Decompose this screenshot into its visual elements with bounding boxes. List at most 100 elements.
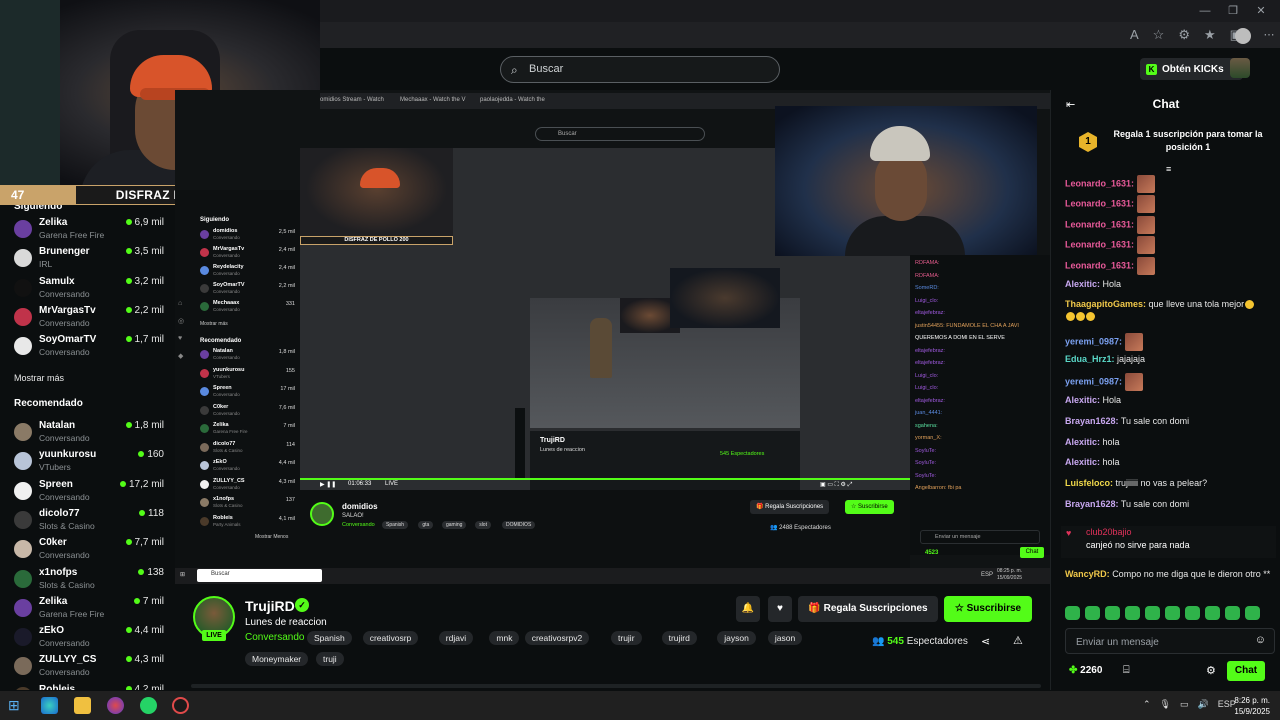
gift-subs-button[interactable]: 🎁 Regala Suscripciones [798, 596, 938, 622]
sidebar-channel-zeko[interactable]: zEkO Conversando 4,4 mil [12, 623, 164, 651]
streamer-name[interactable]: TrujiRD [245, 598, 295, 614]
sidebar-channel-zelika[interactable]: Zelika Garena Free Fire 6,9 mil [12, 215, 164, 243]
emote-icon[interactable] [1205, 606, 1220, 620]
emote-icon[interactable] [1145, 606, 1160, 620]
stream-category[interactable]: Conversando [245, 632, 304, 643]
chat-username[interactable]: yeremi_0987: [1065, 336, 1122, 346]
emote-icon[interactable] [1245, 606, 1260, 620]
sidebar-channel-mrvargastv[interactable]: MrVargasTv Conversando 2,2 mil [12, 303, 164, 331]
emote-icon[interactable] [1225, 606, 1240, 620]
show-more-link[interactable]: Mostrar más [14, 373, 64, 383]
microphone-icon[interactable]: 🎙 [1160, 699, 1171, 710]
chat-username[interactable]: Alexitic: [1065, 437, 1100, 447]
restore-icon[interactable]: ❐ [1226, 4, 1240, 18]
whatsapp-icon[interactable] [140, 697, 157, 714]
sidebar-channel-zullyy_cs[interactable]: ZULLYY_CS Conversando 4,3 mil [12, 652, 164, 680]
emoji-icon [1086, 312, 1095, 322]
sidebar-channel-soyomartv[interactable]: SoyOmarTV Conversando 1,7 mil [12, 332, 164, 360]
stream-tag[interactable]: truji [316, 652, 344, 666]
stream-video[interactable]: omidios Stream - Watch Mechaaax - Watch … [175, 90, 1050, 584]
extensions-icon[interactable]: ⚙ [1178, 27, 1190, 45]
share-icon[interactable]: ⋖ [981, 635, 990, 648]
edge-browser-icon[interactable] [41, 697, 58, 714]
sidebar-channel-spreen[interactable]: Spreen Conversando 17,2 mil [12, 477, 164, 505]
sidebar-channel-brunenger[interactable]: Brunenger IRL 3,5 mil [12, 244, 164, 272]
stream-tag[interactable]: trujir [611, 631, 642, 645]
channel-points[interactable]: ✤ 2260 [1069, 665, 1102, 676]
stream-tag[interactable]: Moneymaker [245, 652, 309, 666]
sidebar-channel-samulx[interactable]: Samulx Conversando 3,2 mil [12, 274, 164, 302]
chat-username[interactable]: Edua_Hrz1: [1065, 354, 1115, 364]
notifications-bell-icon[interactable]: 🔔 [736, 596, 760, 622]
chat-username[interactable]: WancyRD: [1065, 569, 1110, 579]
volume-icon[interactable]: 🔊 [1198, 699, 1209, 710]
get-kicks-button[interactable]: K Obtén KICKs [1140, 58, 1243, 80]
subscribe-button[interactable]: ☆ Suscribirse [944, 596, 1032, 622]
chat-username[interactable]: yeremi_0987: [1065, 376, 1122, 386]
read-aloud-icon[interactable]: A [1130, 27, 1139, 45]
follow-heart-icon[interactable]: ♥ [768, 596, 792, 622]
sidebar-channel-yuunkurosu[interactable]: yuunkurosu VTubers 160 [12, 447, 164, 475]
stream-tag[interactable]: jayson [717, 631, 756, 645]
chat-username[interactable]: Leonardo_1631: [1065, 178, 1134, 188]
stream-tag[interactable]: creativosrpv2 [524, 631, 590, 645]
chat-username[interactable]: Brayan1628: [1065, 416, 1119, 426]
favorite-star-icon[interactable]: ☆ [1153, 27, 1165, 45]
sidebar-channel-zelika[interactable]: Zelika Garena Free Fire 7 mil [12, 594, 164, 622]
stream-tag[interactable]: jason [767, 631, 803, 645]
sidebar-channel-x1nofps[interactable]: x1nofps Slots & Casino 138 [12, 565, 164, 593]
browser-app-icon[interactable] [107, 697, 124, 714]
drag-handle-icon[interactable]: ≡ [1166, 164, 1171, 174]
chat-username[interactable]: Leonardo_1631: [1065, 260, 1134, 270]
emote-icon[interactable] [1125, 606, 1140, 620]
gift-icon[interactable]: ⌸ [1123, 664, 1130, 677]
stream-tag[interactable]: trujird [661, 631, 697, 645]
stream-tag[interactable]: Spanish [307, 631, 352, 645]
chat-username[interactable]: Leonardo_1631: [1065, 239, 1134, 249]
nested-channel-name: zEkO [213, 459, 227, 465]
horizontal-scrollbar[interactable] [191, 684, 1041, 688]
obs-icon[interactable] [172, 697, 189, 714]
chat-username[interactable]: Luisfeloco: [1065, 478, 1113, 488]
chat-input-box[interactable]: ☺ [1065, 628, 1275, 654]
chat-username[interactable]: Alexitic: [1065, 395, 1100, 405]
search-box[interactable]: ⌕ Buscar [500, 56, 780, 83]
minimize-icon[interactable]: — [1198, 4, 1212, 18]
pinned-gift-goal[interactable]: 1 Regala 1 suscripción para tomar la pos… [1061, 124, 1276, 174]
stream-tag[interactable]: creativosrp [362, 631, 419, 645]
sidebar-channel-natalan[interactable]: Natalan Conversando 1,8 mil [12, 418, 164, 446]
browser-profile-avatar[interactable] [1235, 28, 1251, 44]
report-icon[interactable]: ⚠ [1013, 634, 1023, 647]
chat-settings-icon[interactable]: ⚙ [1206, 664, 1216, 677]
user-avatar[interactable] [1230, 58, 1250, 78]
chat-username[interactable]: Alexitic: [1065, 457, 1100, 467]
chat-username[interactable]: Brayan1628: [1065, 499, 1119, 509]
sidebar-channel-dicolo77[interactable]: dicolo77 Slots & Casino 118 [12, 506, 164, 534]
emote-icon[interactable] [1185, 606, 1200, 620]
emote-icon[interactable] [1105, 606, 1120, 620]
chevron-up-icon[interactable]: ⌃ [1143, 699, 1151, 710]
stream-tag[interactable]: rdjavi [438, 631, 474, 645]
chat-username[interactable]: Leonardo_1631: [1065, 219, 1134, 229]
chat-input[interactable] [1076, 634, 1236, 650]
emote-icon[interactable] [1165, 606, 1180, 620]
favorites-icon[interactable]: ★ [1204, 27, 1216, 45]
chat-username[interactable]: Alexitic: [1065, 279, 1100, 289]
windows-start-icon[interactable]: ⊞ [8, 697, 25, 714]
chat-username[interactable]: Leonardo_1631: [1065, 198, 1134, 208]
sidebar-channel-c0ker[interactable]: C0ker Conversando 7,7 mil [12, 535, 164, 563]
emote-icon[interactable] [1065, 606, 1080, 620]
stream-tag[interactable]: mnk [489, 631, 520, 645]
channel-avatar [14, 423, 32, 441]
chat-username[interactable]: ThaagapitoGames: [1065, 299, 1146, 309]
emote-icon[interactable] [1085, 606, 1100, 620]
file-explorer-icon[interactable] [74, 697, 91, 714]
chat-send-button[interactable]: Chat [1227, 661, 1265, 681]
emoji-picker-icon[interactable]: ☺ [1255, 634, 1266, 646]
search-input[interactable]: Buscar [529, 63, 563, 75]
network-icon[interactable]: ▭ [1180, 699, 1189, 710]
close-icon[interactable]: ✕ [1254, 4, 1268, 18]
browser-menu-icon[interactable]: ⋯ [1262, 28, 1276, 42]
taskbar-clock[interactable]: 8:26 p. m. 15/9/2025 [1230, 695, 1270, 717]
sidebar-channel-robleis[interactable]: Robleis 4,2 mil [12, 682, 164, 690]
